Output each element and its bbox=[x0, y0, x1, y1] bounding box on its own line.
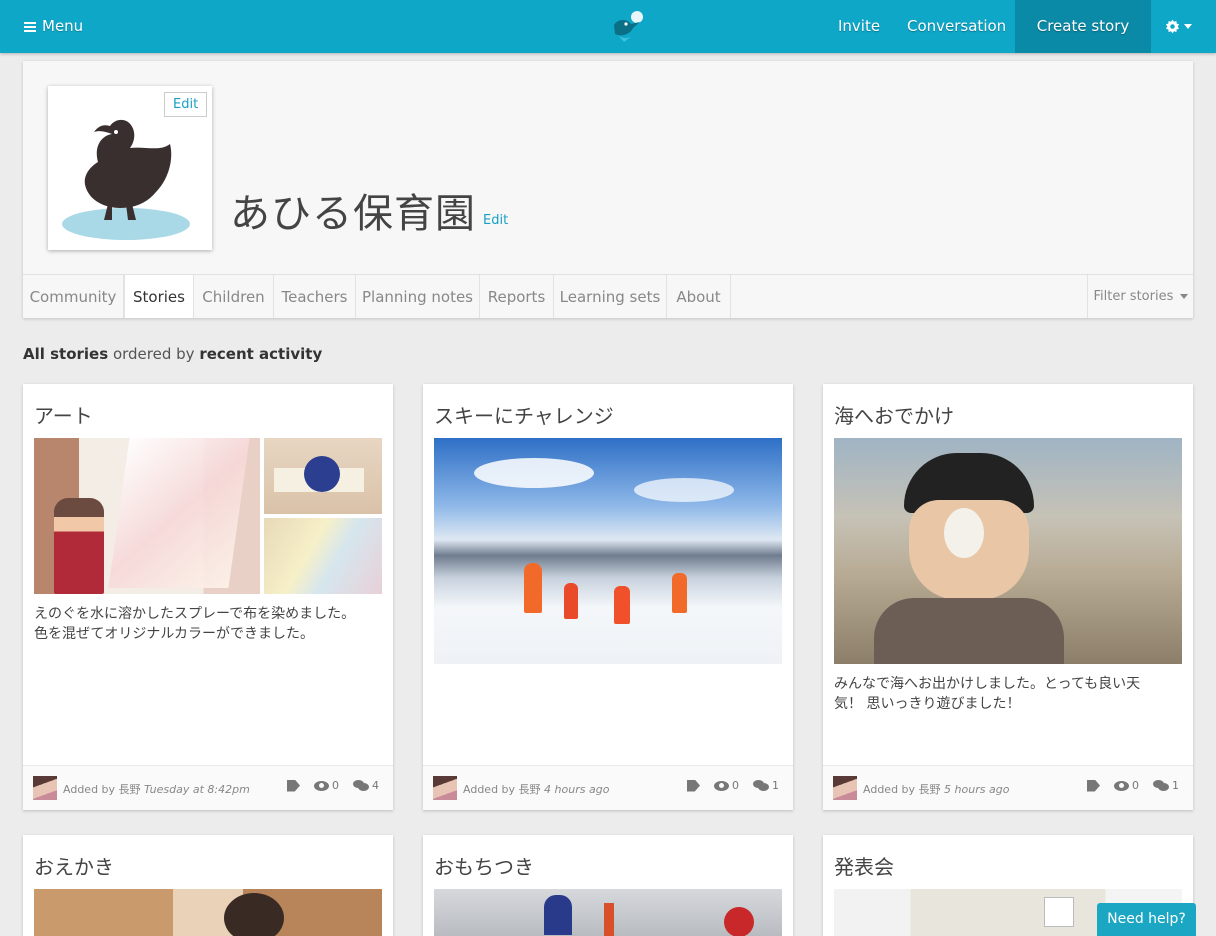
view-count: 0 bbox=[732, 779, 739, 792]
added-by-label: Added by bbox=[463, 783, 516, 796]
story-stats: 0 4 bbox=[287, 779, 379, 792]
story-photo[interactable] bbox=[34, 438, 260, 594]
section-tabs: Community Stories Children Teachers Plan… bbox=[23, 274, 1193, 318]
tab-teachers[interactable]: Teachers bbox=[274, 275, 356, 318]
menu-label: Menu bbox=[42, 17, 84, 35]
story-time: 5 hours ago bbox=[944, 783, 1010, 796]
settings-dropdown[interactable] bbox=[1152, 0, 1204, 53]
author-avatar[interactable] bbox=[433, 776, 457, 800]
author-name[interactable]: 長野 bbox=[919, 783, 941, 796]
gear-icon bbox=[1165, 19, 1179, 34]
story-meta: Added by 長野 5 hours ago bbox=[863, 781, 1009, 797]
story-photo[interactable] bbox=[434, 438, 782, 664]
tag-icon[interactable] bbox=[1087, 779, 1100, 792]
story-title[interactable]: 海へおでかけ bbox=[834, 400, 954, 429]
author-avatar[interactable] bbox=[833, 776, 857, 800]
sort-description: All stories ordered by recent activity bbox=[23, 345, 322, 363]
need-help-button[interactable]: Need help? bbox=[1097, 903, 1196, 936]
caret-down-icon bbox=[1179, 294, 1188, 299]
tab-reports[interactable]: Reports bbox=[480, 275, 554, 318]
eye-icon bbox=[714, 780, 729, 791]
tab-community[interactable]: Community bbox=[23, 275, 124, 318]
hamburger-icon bbox=[24, 21, 36, 32]
story-photo[interactable] bbox=[834, 438, 1182, 664]
story-title[interactable]: スキーにチャレンジ bbox=[434, 400, 614, 429]
eye-icon bbox=[314, 780, 329, 791]
story-meta: Added by 長野 Tuesday at 8:42pm bbox=[63, 781, 250, 797]
tab-about[interactable]: About bbox=[667, 275, 731, 318]
comment-count: 1 bbox=[1172, 779, 1179, 792]
story-card[interactable]: アート えのぐを水に溶かしたスプレーで布を染めました。 色を混ぜてオリジナルカラ… bbox=[23, 384, 393, 810]
community-name: あひる保育園 bbox=[230, 191, 476, 237]
community-header: Edit あひる保育園 Edit Community Stories Child… bbox=[23, 61, 1193, 318]
added-by-label: Added by bbox=[63, 783, 116, 796]
view-count: 0 bbox=[332, 779, 339, 792]
sort-middle: ordered by bbox=[112, 345, 195, 363]
community-avatar: Edit bbox=[48, 86, 212, 250]
name-edit-link[interactable]: Edit bbox=[483, 213, 508, 228]
author-name[interactable]: 長野 bbox=[519, 783, 541, 796]
comment-count: 4 bbox=[372, 779, 379, 792]
story-meta: Added by 長野 4 hours ago bbox=[463, 781, 609, 797]
story-photo[interactable] bbox=[264, 518, 382, 594]
story-excerpt-line: みんなで海へお出かけしました。とっても良い天 bbox=[834, 676, 1141, 692]
story-card[interactable]: おもちつき bbox=[423, 835, 793, 936]
story-stats: 0 1 bbox=[687, 779, 779, 792]
story-stats: 0 1 bbox=[1087, 779, 1179, 792]
avatar-edit-button[interactable]: Edit bbox=[164, 92, 208, 117]
tag-icon[interactable] bbox=[287, 779, 300, 792]
story-title[interactable]: おえかき bbox=[34, 851, 114, 880]
story-excerpt: みんなで海へお出かけしました。とっても良い天 気！ 思いっきり遊びました！ bbox=[834, 674, 1184, 714]
author-name[interactable]: 長野 bbox=[119, 783, 141, 796]
comments-icon[interactable] bbox=[753, 779, 769, 792]
added-by-label: Added by bbox=[863, 783, 916, 796]
tab-stories[interactable]: Stories bbox=[124, 275, 194, 318]
story-footer: Added by 長野 5 hours ago 0 1 bbox=[823, 765, 1193, 810]
eye-icon bbox=[1114, 780, 1129, 791]
story-photo[interactable] bbox=[34, 889, 382, 936]
conversation-link[interactable]: Conversation bbox=[907, 0, 1006, 53]
sort-scope[interactable]: All stories bbox=[23, 345, 108, 363]
story-footer: Added by 長野 4 hours ago 0 1 bbox=[423, 765, 793, 810]
chevron-down-icon bbox=[1183, 24, 1192, 29]
story-excerpt-line: 気！ 思いっきり遊びました！ bbox=[834, 696, 1021, 712]
comments-icon[interactable] bbox=[353, 779, 369, 792]
tag-icon[interactable] bbox=[687, 779, 700, 792]
author-avatar[interactable] bbox=[33, 776, 57, 800]
filter-label: Filter stories bbox=[1093, 289, 1174, 304]
story-photo[interactable] bbox=[264, 438, 382, 514]
top-navbar: Menu Invite Conversation Create story bbox=[0, 0, 1216, 53]
menu-button[interactable]: Menu bbox=[24, 0, 83, 53]
story-time: 4 hours ago bbox=[544, 783, 610, 796]
create-story-button[interactable]: Create story bbox=[1015, 0, 1151, 53]
story-card[interactable]: おえかき bbox=[23, 835, 393, 936]
invite-link[interactable]: Invite bbox=[838, 0, 880, 53]
story-card[interactable]: スキーにチャレンジ Added by 長野 4 hours ago 0 1 bbox=[423, 384, 793, 810]
story-excerpt-line: 色を混ぜてオリジナルカラーができました。 bbox=[34, 626, 314, 642]
story-footer: Added by 長野 Tuesday at 8:42pm 0 4 bbox=[23, 765, 393, 810]
story-title[interactable]: アート bbox=[34, 400, 93, 429]
story-excerpt-line: えのぐを水に溶かしたスプレーで布を染めました。 bbox=[34, 606, 356, 622]
tab-learning-sets[interactable]: Learning sets bbox=[554, 275, 667, 318]
story-excerpt: えのぐを水に溶かしたスプレーで布を染めました。 色を混ぜてオリジナルカラーができ… bbox=[34, 604, 384, 644]
story-title[interactable]: おもちつき bbox=[434, 851, 534, 880]
bird-logo-icon[interactable] bbox=[606, 9, 646, 43]
view-count: 0 bbox=[1132, 779, 1139, 792]
story-title[interactable]: 発表会 bbox=[834, 851, 894, 880]
story-photo[interactable] bbox=[434, 889, 782, 936]
tab-children[interactable]: Children bbox=[194, 275, 274, 318]
story-time: Tuesday at 8:42pm bbox=[144, 783, 250, 796]
comments-icon[interactable] bbox=[1153, 779, 1169, 792]
comment-count: 1 bbox=[772, 779, 779, 792]
story-card[interactable]: 海へおでかけ みんなで海へお出かけしました。とっても良い天 気！ 思いっきり遊び… bbox=[823, 384, 1193, 810]
filter-stories-dropdown[interactable]: Filter stories bbox=[1087, 275, 1193, 318]
sort-field[interactable]: recent activity bbox=[199, 345, 322, 363]
tab-planning-notes[interactable]: Planning notes bbox=[356, 275, 480, 318]
